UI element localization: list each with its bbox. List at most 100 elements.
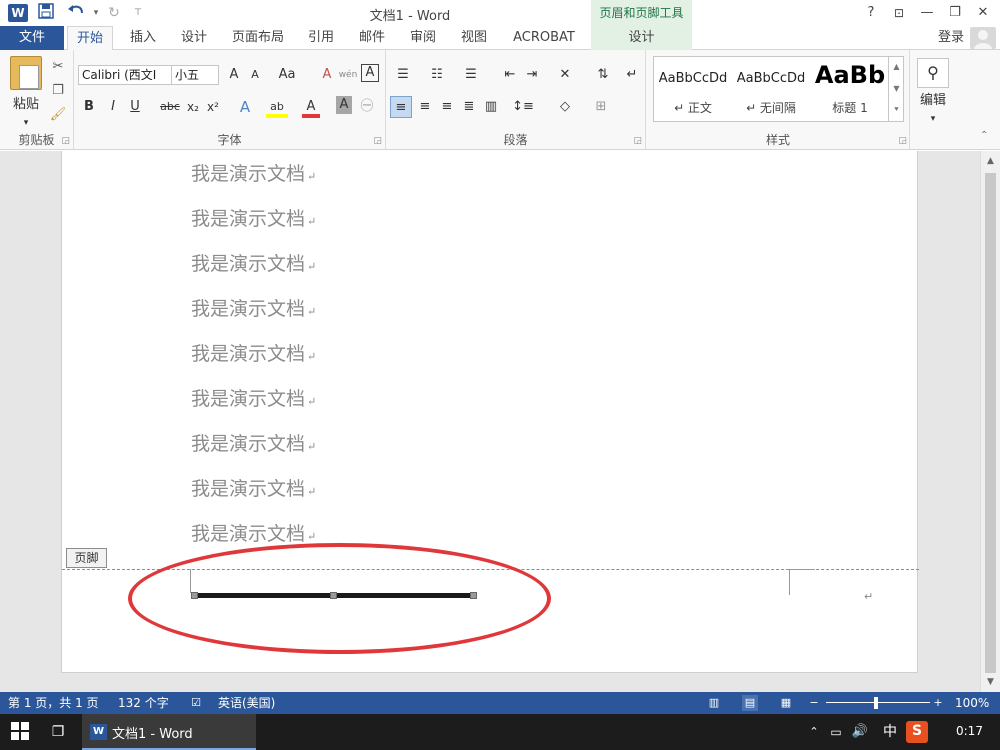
tab-page-layout[interactable]: 页面布局 — [223, 26, 293, 50]
minimize-button[interactable]: — — [914, 3, 940, 23]
document-line[interactable]: 我是演示文档 ↵ — [191, 159, 316, 187]
strikethrough-button[interactable]: abc — [158, 96, 182, 118]
language-indicator[interactable]: 英语(美国) — [218, 692, 275, 714]
zoom-slider-thumb[interactable] — [874, 697, 878, 709]
multilevel-list-icon[interactable]: ☰ — [460, 64, 482, 86]
undo-dropdown-icon[interactable]: ▾ — [86, 3, 106, 23]
character-border-button[interactable]: A — [361, 64, 379, 82]
document-line[interactable]: 我是演示文档 ↵ — [191, 294, 316, 322]
clipboard-launcher-icon[interactable]: ◲ — [61, 136, 70, 146]
styles-launcher-icon[interactable]: ◲ — [898, 136, 907, 146]
document-line[interactable]: 我是演示文档 ↵ — [191, 339, 316, 367]
ribbon-display-options-button[interactable]: ⊡ — [886, 3, 912, 23]
format-painter-icon[interactable]: 🖌 — [48, 104, 68, 126]
chinese-layout-icon[interactable]: ✕ — [554, 64, 576, 86]
find-icon[interactable]: ⚲ — [917, 58, 949, 88]
collapse-ribbon-icon[interactable]: ⌃ — [980, 130, 988, 141]
paste-icon[interactable] — [10, 56, 42, 90]
sogou-ime-icon[interactable]: S — [906, 721, 928, 743]
zoom-slider[interactable] — [826, 702, 930, 703]
network-icon[interactable]: ▭ — [826, 722, 846, 742]
enclose-characters-button[interactable]: ㊀ — [358, 96, 376, 118]
zoom-in-icon[interactable]: + — [930, 695, 946, 711]
text-effects-button[interactable]: A — [236, 96, 254, 118]
customize-quick-access-icon[interactable]: ⊤ — [128, 3, 148, 23]
align-center-icon[interactable]: ≡ — [414, 96, 436, 118]
clock[interactable]: 0:17 — [956, 724, 983, 738]
numbering-icon[interactable]: ☷ — [426, 64, 448, 86]
task-view-icon[interactable]: ❐ — [48, 722, 68, 742]
scroll-down-icon[interactable]: ▼ — [981, 674, 1000, 690]
windows-start-icon[interactable] — [10, 722, 30, 742]
decrease-indent-icon[interactable]: ⇤ — [500, 64, 520, 86]
line-spacing-icon[interactable]: ↕≡ — [510, 96, 536, 118]
footer-tag[interactable]: 页脚 — [66, 548, 107, 568]
avatar[interactable] — [970, 27, 996, 49]
document-line[interactable]: 我是演示文档 ↵ — [191, 519, 316, 547]
print-layout-icon[interactable]: ▤ — [742, 695, 758, 711]
copy-icon[interactable]: ❐ — [48, 80, 68, 102]
document-line[interactable]: 我是演示文档 ↵ — [191, 474, 316, 502]
italic-button[interactable]: I — [104, 96, 122, 118]
restore-button[interactable]: ❐ — [942, 3, 968, 23]
increase-indent-icon[interactable]: ⇥ — [522, 64, 542, 86]
borders-icon[interactable]: ⊞ — [588, 96, 614, 118]
paragraph-shading-icon[interactable]: ◇ — [552, 96, 578, 118]
paragraph-launcher-icon[interactable]: ◲ — [633, 136, 642, 146]
tab-view[interactable]: 视图 — [453, 26, 495, 50]
phonetic-guide-button[interactable]: wén — [338, 64, 358, 86]
scroll-up-icon[interactable]: ▲ — [981, 153, 1000, 169]
subscript-button[interactable]: x₂ — [184, 96, 202, 118]
show-formatting-marks-icon[interactable]: ↵ — [622, 64, 642, 86]
tab-header-footer-design[interactable]: 设计 — [591, 26, 692, 50]
zoom-level[interactable]: 100% — [955, 692, 989, 714]
tab-references[interactable]: 引用 — [300, 26, 342, 50]
tab-file[interactable]: 文件 — [0, 26, 64, 50]
volume-icon[interactable]: 🔊 — [850, 722, 870, 742]
help-button[interactable]: ? — [858, 3, 884, 23]
save-icon[interactable] — [36, 3, 56, 23]
font-launcher-icon[interactable]: ◲ — [373, 136, 382, 146]
sign-in-link[interactable]: 登录 — [938, 26, 964, 50]
undo-icon[interactable] — [66, 3, 86, 23]
vertical-scrollbar[interactable]: ▲ ▼ — [980, 151, 1000, 692]
tab-acrobat[interactable]: ACROBAT — [504, 26, 584, 50]
cut-icon[interactable]: ✂ — [48, 56, 68, 78]
web-layout-icon[interactable]: ▦ — [778, 695, 794, 711]
superscript-button[interactable]: x² — [204, 96, 222, 118]
close-button[interactable]: ✕ — [970, 3, 996, 23]
tab-review[interactable]: 审阅 — [402, 26, 444, 50]
taskbar-word-app[interactable]: W 文档1 - Word — [82, 714, 256, 750]
document-line[interactable]: 我是演示文档 ↵ — [191, 204, 316, 232]
highlight-color-button[interactable]: ab — [266, 96, 288, 118]
font-color-button[interactable]: A — [302, 96, 320, 118]
document-line[interactable]: 我是演示文档 ↵ — [191, 429, 316, 457]
document-line[interactable]: 我是演示文档 ↵ — [191, 249, 316, 277]
tab-insert[interactable]: 插入 — [121, 26, 165, 50]
tab-home[interactable]: 开始 — [67, 26, 113, 51]
tab-design[interactable]: 设计 — [173, 26, 215, 50]
change-case-button[interactable]: Aa — [274, 64, 300, 86]
word-count[interactable]: 132 个字 — [118, 692, 169, 714]
align-right-icon[interactable]: ≡ — [436, 96, 458, 118]
character-shading-button[interactable]: A — [336, 96, 352, 114]
page-count[interactable]: 第 1 页，共 1 页 — [8, 692, 99, 714]
ime-indicator[interactable]: 中 — [880, 722, 900, 742]
underline-button[interactable]: U — [126, 96, 144, 118]
editing-dropdown-icon[interactable]: ▾ — [927, 108, 939, 130]
tab-mailings[interactable]: 邮件 — [351, 26, 393, 50]
clear-formatting-button[interactable]: A — [318, 64, 336, 86]
bullets-icon[interactable]: ☰ — [392, 64, 414, 86]
shrink-font-button[interactable]: A — [246, 64, 264, 86]
distributed-icon[interactable]: ▥ — [480, 96, 502, 118]
tray-chevron-icon[interactable]: ⌃ — [804, 722, 824, 742]
document-line[interactable]: 我是演示文档 ↵ — [191, 384, 316, 412]
redo-icon[interactable]: ↻ — [104, 3, 124, 23]
grow-font-button[interactable]: A — [225, 64, 243, 86]
align-left-icon[interactable]: ≡ — [390, 96, 412, 118]
sort-icon[interactable]: ⇅ — [592, 64, 614, 86]
read-mode-icon[interactable]: ▥ — [706, 695, 722, 711]
justify-icon[interactable]: ≣ — [458, 96, 480, 118]
proofing-icon[interactable]: ☑ — [188, 695, 204, 711]
scroll-thumb[interactable] — [985, 173, 996, 673]
